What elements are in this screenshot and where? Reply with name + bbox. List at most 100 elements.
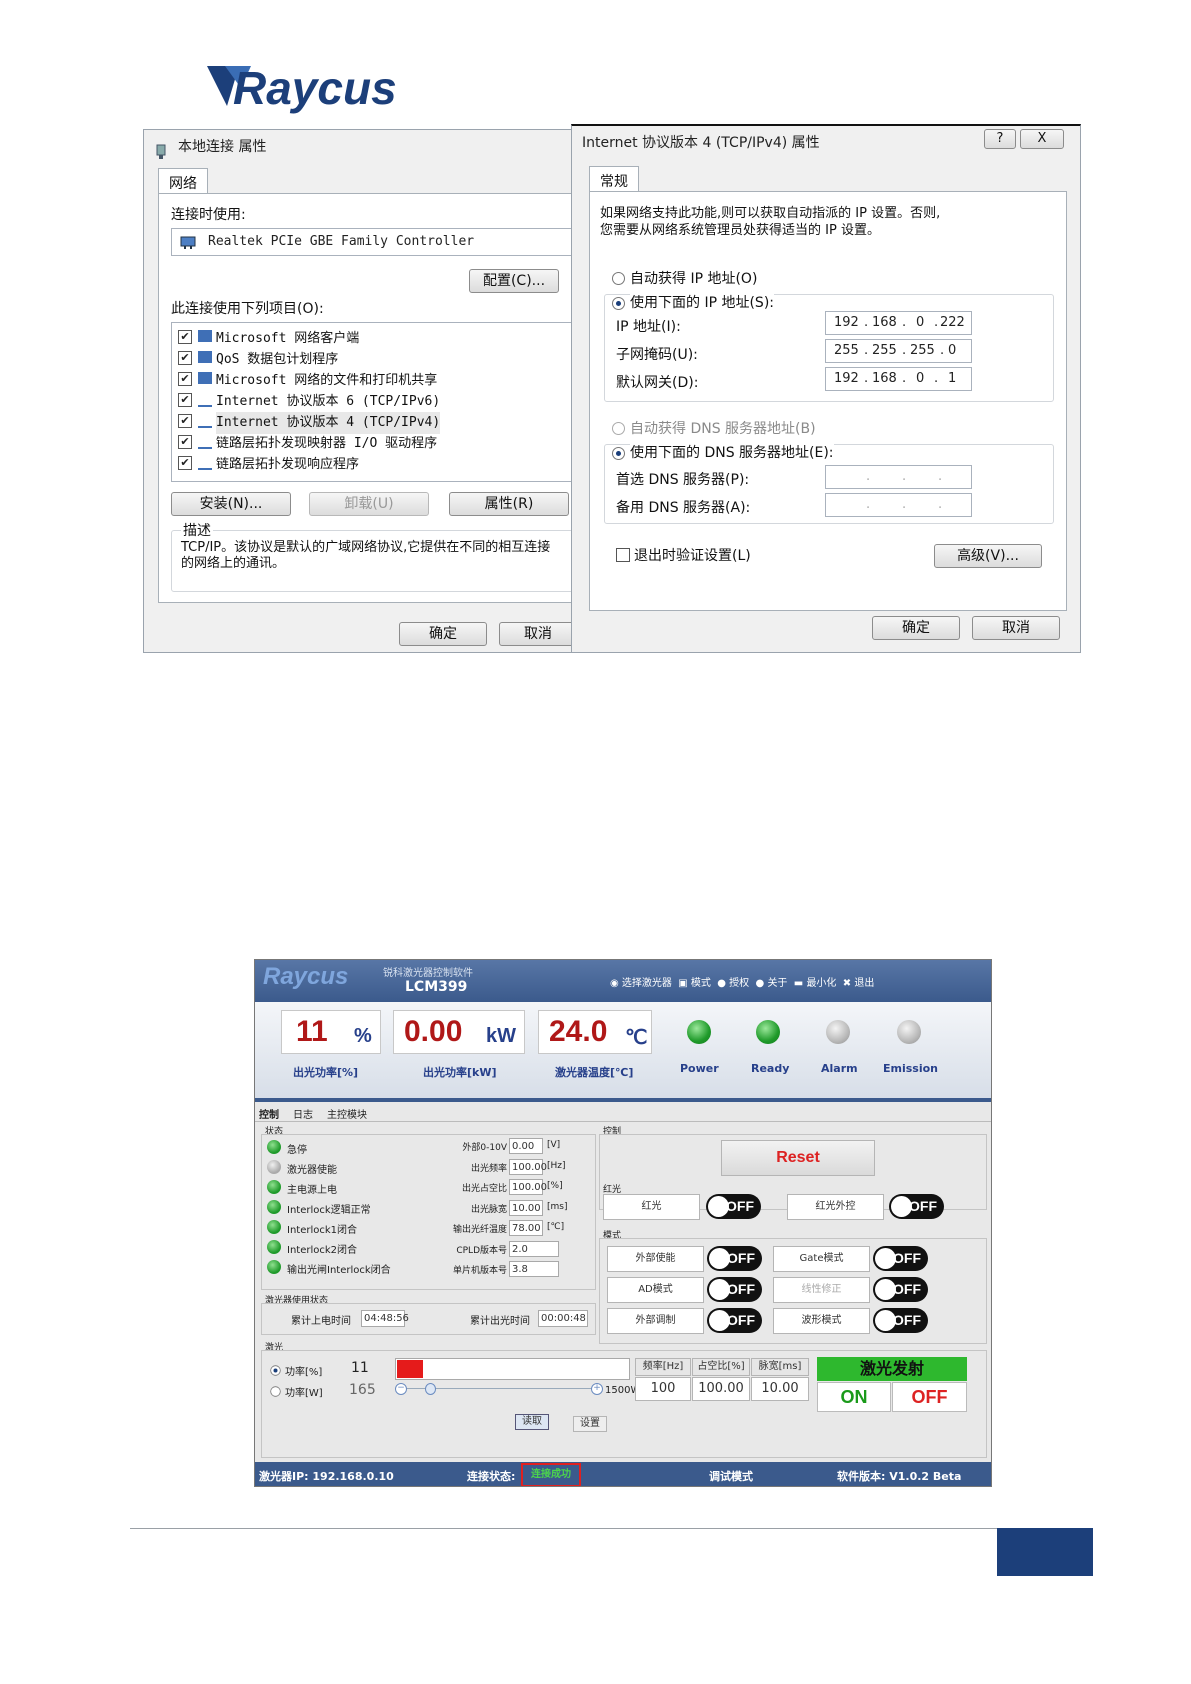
right-cancel-button[interactable]: 取消	[972, 616, 1060, 640]
laser-ip-text: 激光器IP: 192.168.0.10	[259, 1470, 394, 1483]
item-checkbox[interactable]: ✔	[178, 414, 192, 428]
left-ok-button[interactable]: 确定	[399, 622, 487, 646]
freq-value[interactable]: 100	[635, 1377, 691, 1401]
power-watt-radio[interactable]	[270, 1386, 281, 1397]
item-checkbox[interactable]: ✔	[178, 351, 192, 365]
tab-control[interactable]: 控制	[259, 1106, 279, 1121]
mode-toggle[interactable]: OFF	[707, 1246, 762, 1271]
param-label: 出光频率	[470, 1163, 507, 1174]
duty-value[interactable]: 100.00	[692, 1377, 750, 1401]
set-button[interactable]: 设置	[573, 1416, 607, 1432]
item-checkbox[interactable]: ✔	[178, 330, 192, 344]
param-label: 出光脉宽	[470, 1204, 507, 1215]
list-item[interactable]: 链路层拓扑发现映射器 I/O 驱动程序	[216, 433, 437, 455]
subnet-mask-field[interactable]: 255. 255. 255. 0	[825, 339, 972, 363]
list-item[interactable]: Microsoft 网络客户端	[216, 328, 359, 350]
properties-button[interactable]: 属性(R)	[449, 492, 569, 516]
power-percent-radio[interactable]	[270, 1365, 281, 1376]
left-cancel-button[interactable]: 取消	[499, 622, 577, 646]
emit-off-button[interactable]: OFF	[892, 1382, 967, 1412]
right-ok-button[interactable]: 确定	[872, 616, 960, 640]
list-item[interactable]: Internet 协议版本 6 (TCP/IPv6)	[216, 391, 440, 413]
param-label: 出光占空比	[461, 1184, 507, 1194]
mode-toggle[interactable]: OFF	[707, 1308, 762, 1333]
param-unit: [Hz]	[547, 1160, 566, 1171]
ip-address-field[interactable]: 192. 168. 0. 222	[825, 311, 972, 335]
manual-dns-radio[interactable]	[612, 447, 625, 460]
status-label: Interlock逻辑正常	[287, 1205, 371, 1216]
param-field: 100.00	[509, 1179, 547, 1195]
local-connection-dialog: 本地连接 属性 网络 连接时使用: Realtek PCIe GBE Famil…	[143, 129, 583, 653]
minimize-menu[interactable]: ▬ 最小化	[794, 978, 837, 989]
emit-on-button[interactable]: ON	[817, 1382, 891, 1412]
auto-dns-radio[interactable]	[612, 422, 625, 435]
emission-indicator	[897, 1020, 921, 1044]
item-checkbox[interactable]: ✔	[178, 456, 192, 470]
status-led	[267, 1260, 281, 1274]
mode-toggle[interactable]: OFF	[707, 1277, 762, 1302]
emission-indicator-label: Emission	[883, 1062, 938, 1075]
help-icon[interactable]: ?	[984, 129, 1016, 149]
protocol-icon	[198, 414, 212, 428]
mode-toggle[interactable]: OFF	[873, 1246, 928, 1271]
slider-minus-icon[interactable]: −	[395, 1383, 407, 1395]
authorize-menu[interactable]: ● 授权	[717, 978, 749, 989]
item-checkbox[interactable]: ✔	[178, 372, 192, 386]
pulse-header: 脉宽[ms]	[751, 1358, 809, 1376]
protocol-icon	[198, 435, 212, 449]
pulse-value[interactable]: 10.00	[751, 1377, 809, 1401]
mode-menu[interactable]: ▣ 模式	[678, 978, 711, 989]
list-item[interactable]: QoS 数据包计划程序	[216, 349, 338, 371]
mode-toggle[interactable]: OFF	[873, 1277, 928, 1302]
status-led	[267, 1200, 281, 1214]
about-menu[interactable]: ● 关于	[756, 978, 788, 989]
meter-bar: 11 % 出光功率[%] 0.00 kW 出光功率[kW] 24.0 ℃ 激光器…	[255, 1002, 991, 1098]
tab-log[interactable]: 日志	[293, 1106, 313, 1121]
read-button[interactable]: 读取	[515, 1414, 549, 1430]
status-label: 输出光闸Interlock闭合	[287, 1265, 391, 1276]
list-item[interactable]: Internet 协议版本 4 (TCP/IPv4)	[216, 412, 441, 434]
item-checkbox[interactable]: ✔	[178, 393, 192, 407]
item-checkbox[interactable]: ✔	[178, 435, 192, 449]
power-slider-thumb[interactable]	[425, 1383, 436, 1395]
select-laser-menu[interactable]: ◉ 选择激光器	[610, 978, 672, 989]
list-item[interactable]: Microsoft 网络的文件和打印机共享	[216, 370, 437, 392]
alternate-dns-field[interactable]: ...	[825, 493, 972, 517]
items-label: 此连接使用下列项目(O):	[171, 301, 324, 317]
install-button[interactable]: 安装(N)...	[171, 492, 291, 516]
ready-indicator-label: Ready	[751, 1062, 790, 1075]
slider-plus-icon[interactable]: +	[591, 1383, 603, 1395]
red-light-toggle[interactable]: OFF	[706, 1194, 761, 1219]
network-card-icon	[180, 234, 198, 260]
exit-menu[interactable]: ✖ 退出	[843, 978, 875, 989]
status-led	[267, 1160, 281, 1174]
tab-main-module[interactable]: 主控模块	[327, 1106, 367, 1121]
intro-line-2: 您需要从网络系统管理员处获得适当的 IP 设置。	[600, 223, 880, 238]
reset-button[interactable]: Reset	[721, 1140, 875, 1176]
param-unit: [%]	[547, 1181, 563, 1191]
param-label: 输出光纤温度	[452, 1225, 507, 1235]
list-item[interactable]: 链路层拓扑发现响应程序	[216, 454, 359, 476]
dns2-label: 备用 DNS 服务器(A):	[616, 500, 751, 516]
description-label: 描述	[181, 520, 213, 540]
param-unit: [V]	[547, 1140, 561, 1150]
power-kw-meter: 0.00 kW	[393, 1010, 525, 1054]
advanced-button[interactable]: 高级(V)...	[934, 544, 1042, 568]
software-model: LCM399	[405, 979, 468, 995]
power-bar	[395, 1358, 630, 1380]
param-field: 2.0	[509, 1240, 559, 1257]
auto-ip-radio[interactable]	[612, 272, 625, 285]
configure-button[interactable]: 配置(C)...	[469, 269, 559, 293]
gateway-field[interactable]: 192. 168. 0. 1	[825, 367, 972, 391]
close-icon[interactable]: X	[1020, 129, 1064, 149]
preferred-dns-field[interactable]: ...	[825, 465, 972, 489]
protocol-icon	[198, 456, 212, 470]
param-field: 78.00	[509, 1220, 543, 1236]
software-menu: ◉ 选择激光器 ▣ 模式 ● 授权 ● 关于 ▬ 最小化 ✖ 退出	[610, 974, 874, 989]
validate-checkbox[interactable]	[616, 548, 630, 562]
mode-toggle[interactable]: OFF	[873, 1308, 928, 1333]
manual-ip-radio[interactable]	[612, 297, 625, 310]
emit-label: 激光发射	[817, 1357, 967, 1381]
mode-label: Gate模式	[773, 1246, 870, 1272]
red-light-ext-toggle[interactable]: OFF	[889, 1194, 944, 1219]
